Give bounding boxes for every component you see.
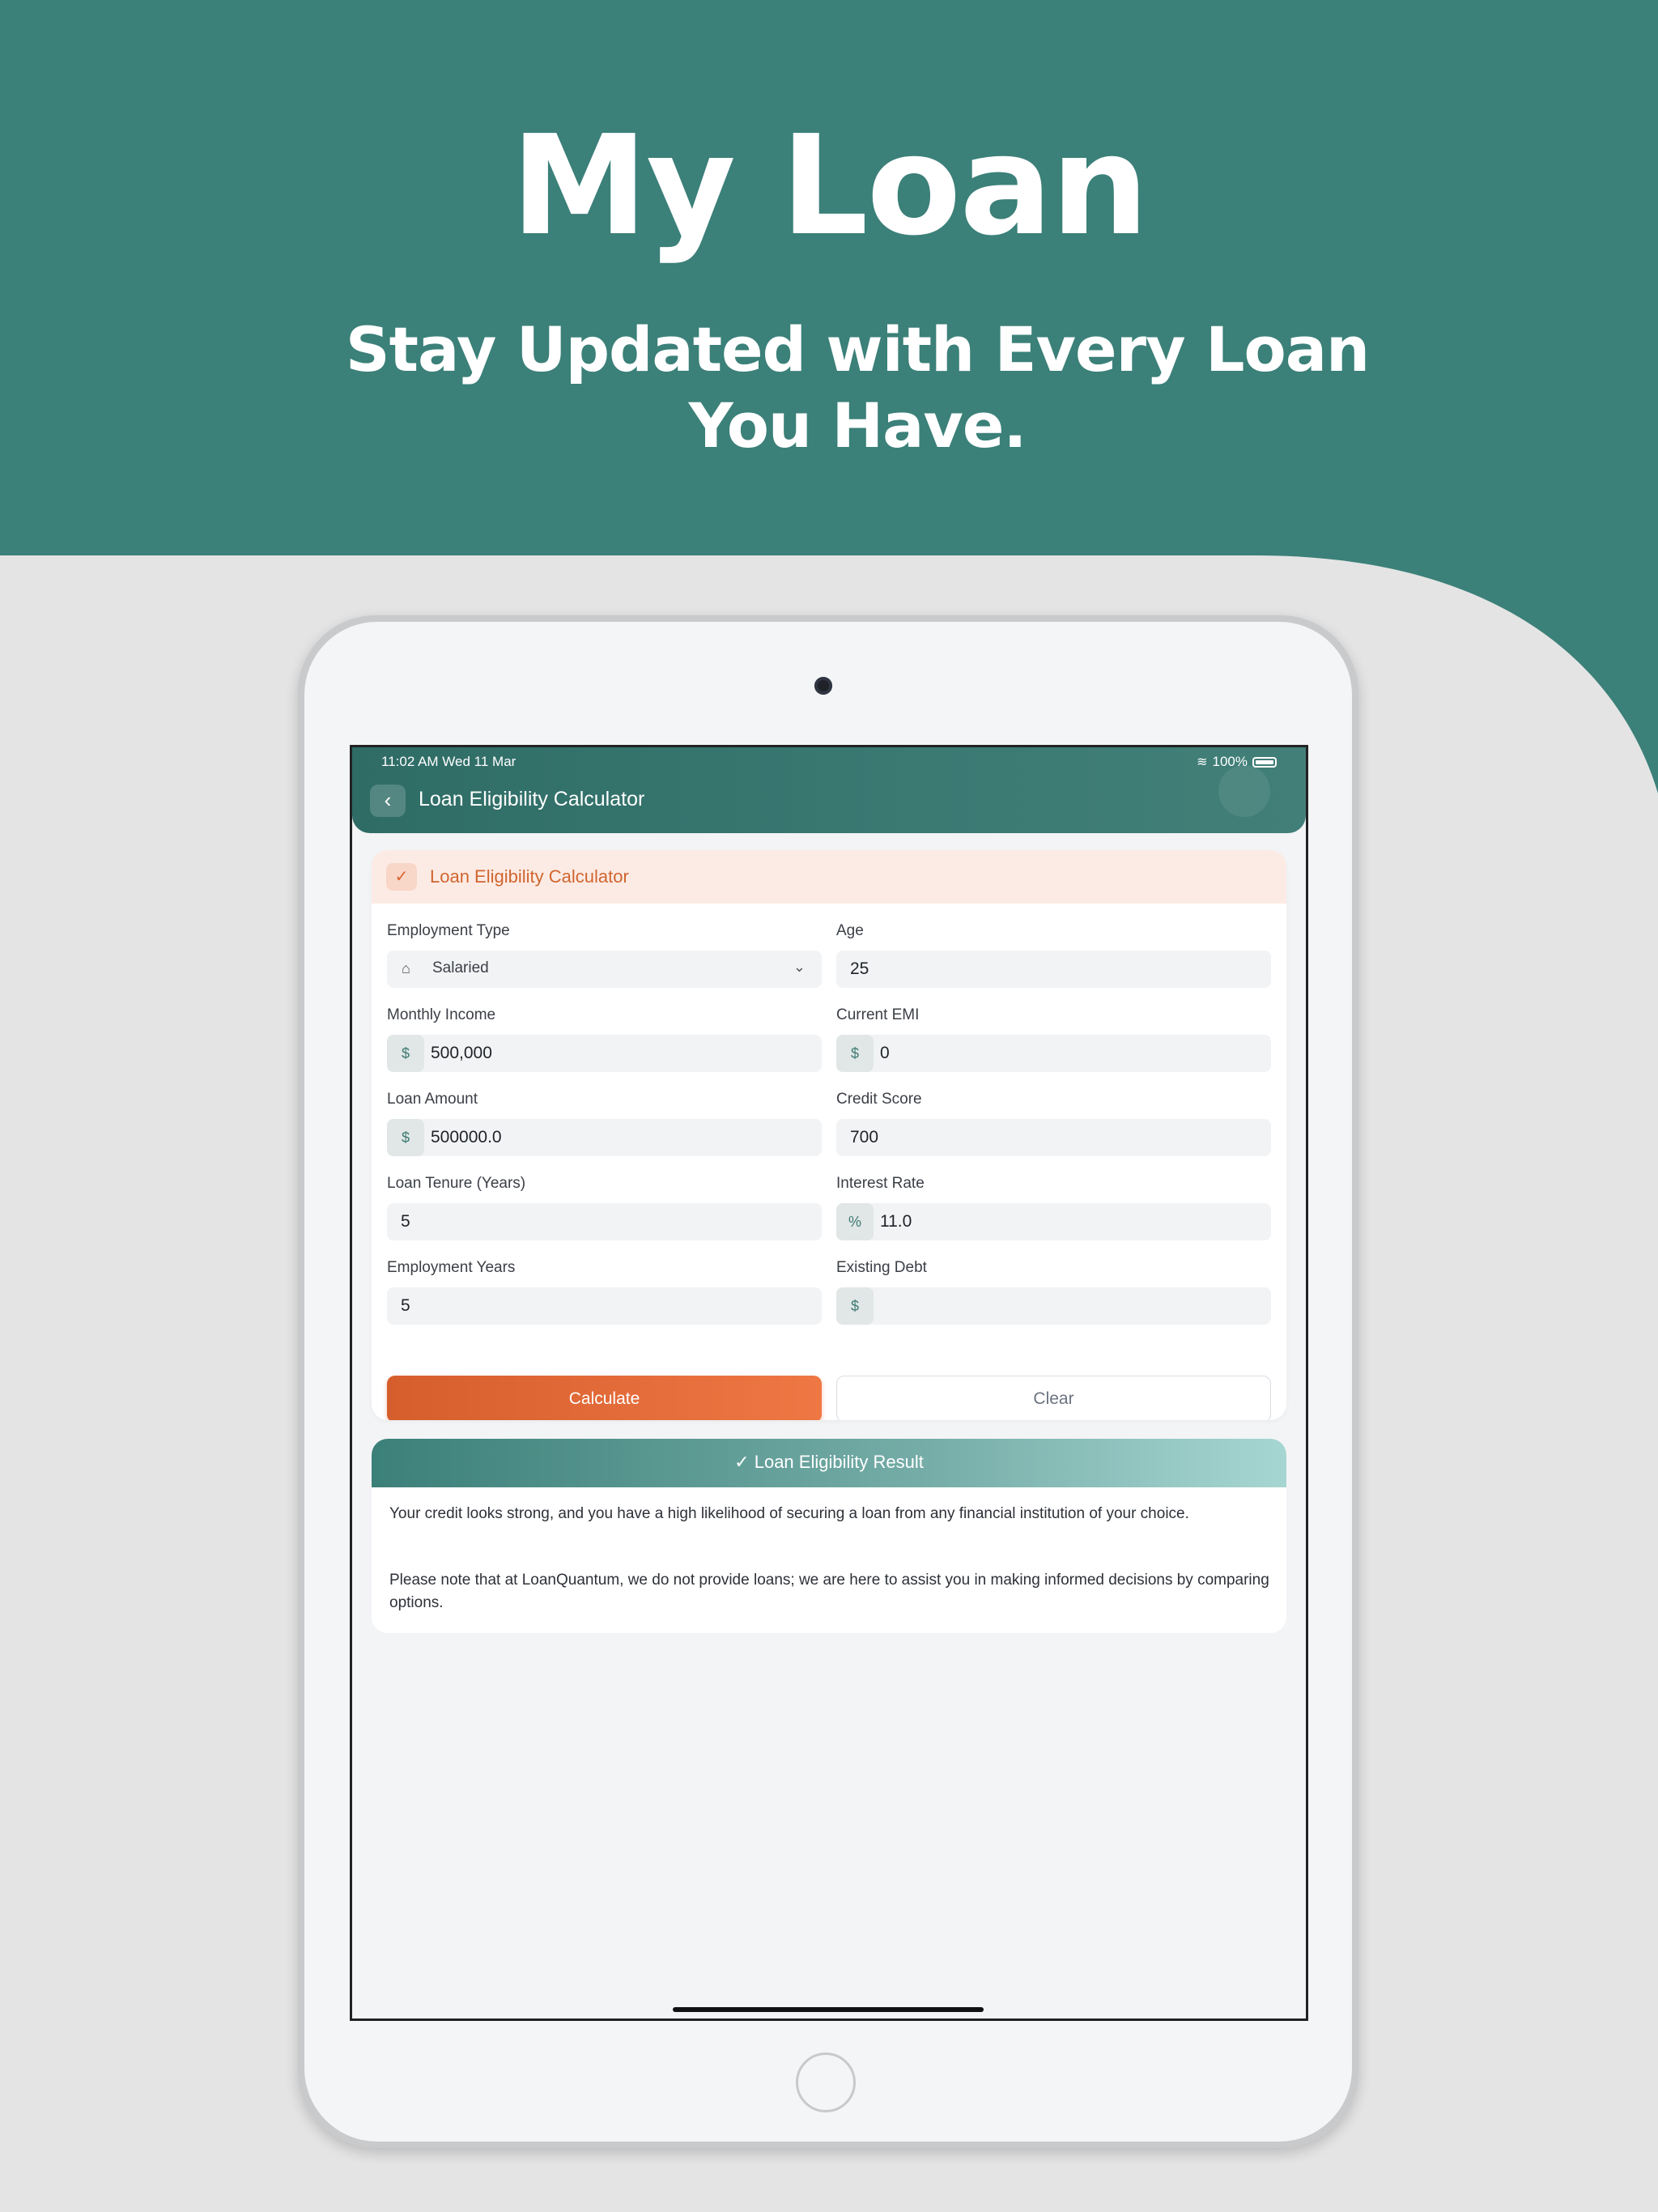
home-indicator <box>673 2007 984 2012</box>
current-emi-label: Current EMI <box>836 1006 920 1023</box>
interest-rate-value: 11.0 <box>880 1212 912 1231</box>
form-card-header: ✓ Loan Eligibility Calculator <box>372 850 1286 904</box>
employment-type-select[interactable]: ⌂ Salaried ⌄ <box>387 951 822 988</box>
screen-title: Loan Eligibility Calculator <box>419 788 645 810</box>
employment-type-label: Employment Type <box>387 922 510 939</box>
loan-tenure-value: 5 <box>401 1212 410 1231</box>
result-paragraph-disclaimer: Please note that at LoanQuantum, we do n… <box>389 1572 1269 1611</box>
employment-years-value: 5 <box>401 1296 410 1315</box>
monthly-income-value: 500,000 <box>431 1044 492 1062</box>
age-value: 25 <box>850 959 869 978</box>
promo-headline: My Loan <box>510 106 1149 266</box>
monthly-income-input[interactable]: $ 500,000 <box>387 1035 822 1072</box>
loan-amount-input[interactable]: $ 500000.0 <box>387 1119 822 1156</box>
loan-tenure-label: Loan Tenure (Years) <box>387 1175 526 1192</box>
interest-rate-label: Interest Rate <box>836 1175 925 1192</box>
monthly-income-label: Monthly Income <box>387 1006 496 1023</box>
promo-subline: Stay Updated with Every Loan You Have. <box>345 313 1370 462</box>
age-input[interactable]: 25 <box>836 951 1271 988</box>
briefcase-icon: ⌂ <box>402 960 410 976</box>
credit-score-label: Credit Score <box>836 1091 922 1108</box>
percent-prefix-icon: % <box>836 1203 874 1240</box>
home-button <box>796 2052 856 2112</box>
status-time: 11:02 AM Wed 11 Mar <box>381 754 517 769</box>
existing-debt-input[interactable]: $ <box>836 1287 1271 1325</box>
credit-score-input[interactable]: 700 <box>836 1119 1271 1156</box>
current-emi-input[interactable]: $ 0 <box>836 1035 1271 1072</box>
employment-years-label: Employment Years <box>387 1259 516 1276</box>
loan-amount-value: 500000.0 <box>431 1128 502 1146</box>
battery-icon <box>1252 756 1277 768</box>
result-card: ✓ Loan Eligibility Result Your credit lo… <box>372 1439 1286 1633</box>
loan-tenure-input[interactable]: 5 <box>387 1203 822 1240</box>
app-header: 11:02 AM Wed 11 Mar ≋ 100% ‹ Loan Eligib… <box>352 747 1306 833</box>
front-camera <box>814 677 832 695</box>
existing-debt-label: Existing Debt <box>836 1259 927 1276</box>
dollar-prefix-icon: $ <box>836 1035 874 1072</box>
calculate-button[interactable]: Calculate <box>387 1376 822 1420</box>
current-emi-value: 0 <box>880 1044 890 1062</box>
credit-score-value: 700 <box>850 1128 879 1146</box>
form-card-title: Loan Eligibility Calculator <box>430 866 629 887</box>
chevron-down-icon: ⌄ <box>793 959 806 975</box>
result-card-header: ✓ Loan Eligibility Result <box>372 1439 1286 1487</box>
loan-amount-label: Loan Amount <box>387 1091 478 1108</box>
calculator-form-card: ✓ Loan Eligibility Calculator Employment… <box>372 850 1286 1420</box>
result-card-title: ✓ Loan Eligibility Result <box>734 1452 924 1472</box>
result-paragraph-eligibility: Your credit looks strong, and you have a… <box>389 1505 1189 1522</box>
back-button[interactable]: ‹ <box>370 785 406 817</box>
dollar-prefix-icon: $ <box>387 1119 424 1156</box>
dollar-prefix-icon: $ <box>387 1035 424 1072</box>
dollar-prefix-icon: $ <box>836 1287 874 1325</box>
age-label: Age <box>836 922 864 939</box>
clear-button[interactable]: Clear <box>836 1376 1271 1420</box>
employment-type-value: Salaried <box>432 959 489 976</box>
interest-rate-input[interactable]: % 11.0 <box>836 1203 1271 1240</box>
check-badge-icon: ✓ <box>386 863 417 891</box>
employment-years-input[interactable]: 5 <box>387 1287 822 1325</box>
header-decoration <box>1218 765 1270 817</box>
wifi-icon: ≋ <box>1197 755 1208 769</box>
app-screen: 11:02 AM Wed 11 Mar ≋ 100% ‹ Loan Eligib… <box>350 745 1308 2021</box>
